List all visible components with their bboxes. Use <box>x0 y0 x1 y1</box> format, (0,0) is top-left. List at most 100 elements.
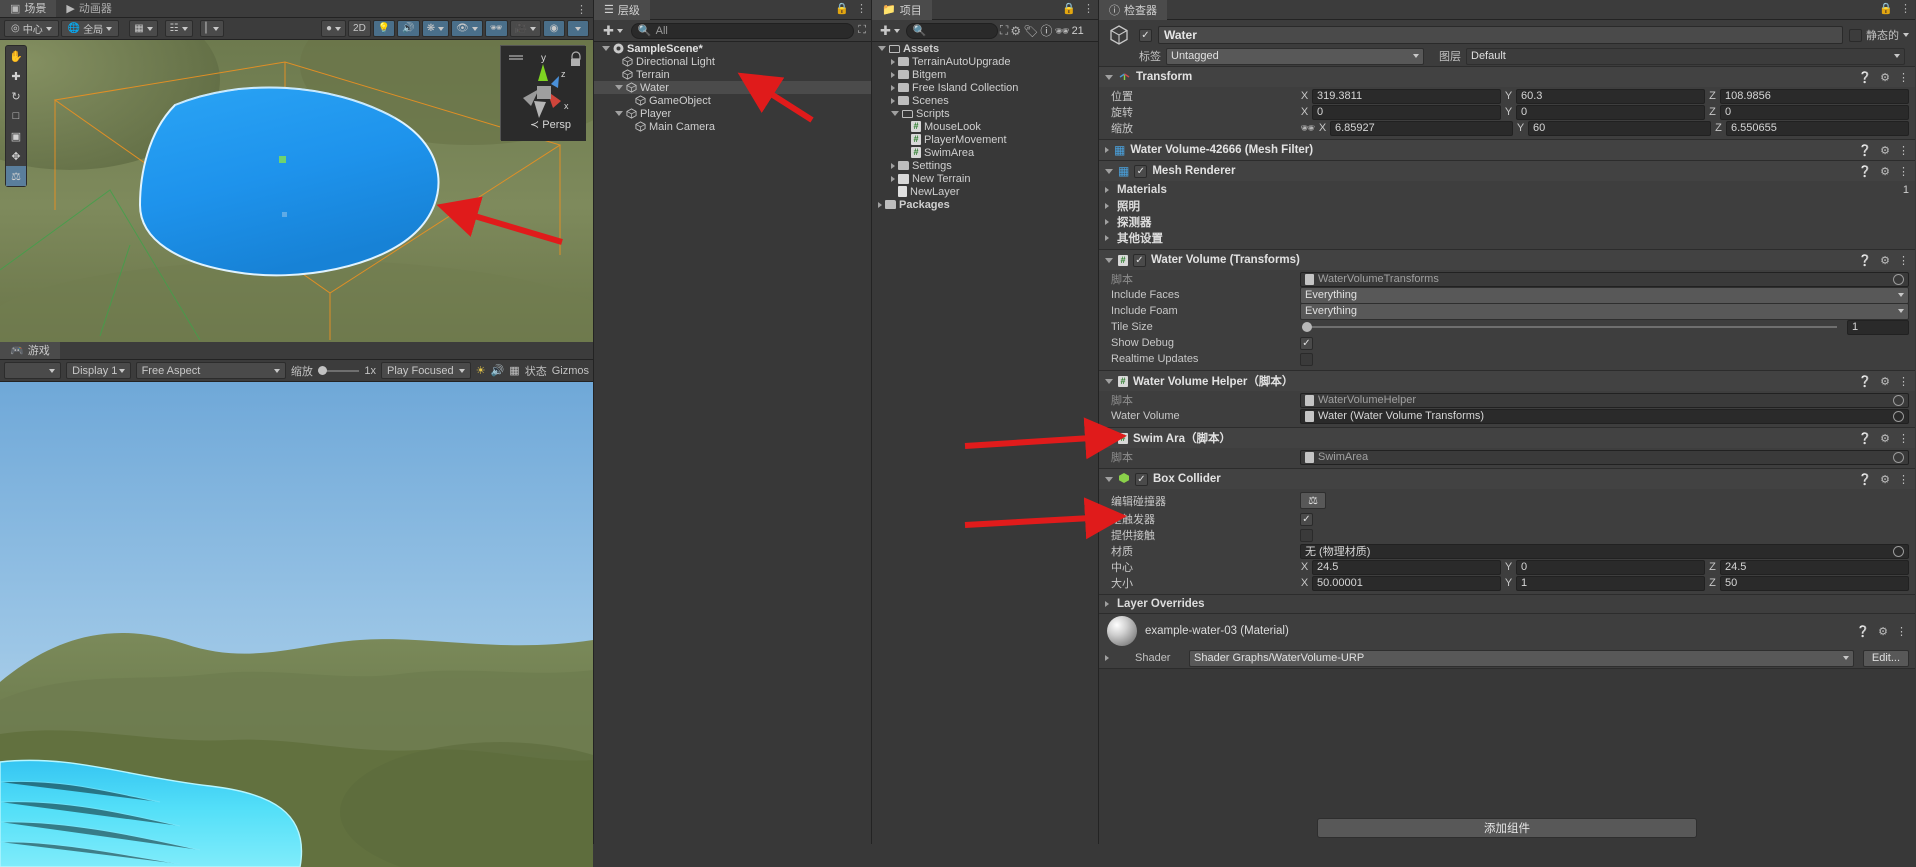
project-item-scripts[interactable]: Scripts <box>872 107 1098 120</box>
show-debug-checkbox[interactable]: ✓ <box>1300 336 1313 350</box>
gizmos-dropdown-button[interactable] <box>567 20 589 37</box>
swim-area-script-field[interactable]: SwimArea <box>1300 449 1909 465</box>
box-collider-header[interactable]: ✓ Box Collider ❔ ⚙ ⋮ <box>1099 469 1915 489</box>
project-expand-icon[interactable]: ⛶ <box>1000 23 1008 38</box>
collider-size-y-input[interactable]: 1 <box>1516 575 1705 591</box>
static-checkbox[interactable] <box>1849 28 1862 42</box>
provides-contacts-checkbox[interactable] <box>1300 528 1313 542</box>
handle-space-button[interactable]: 🌐 全局 <box>60 20 120 37</box>
collapse-triangle-icon[interactable] <box>615 111 623 116</box>
aspect-dropdown[interactable]: Free Aspect <box>135 362 286 379</box>
water-volume-helper-header[interactable]: # Water Volume Helper（脚本） ❔ ⚙ ⋮ <box>1099 371 1915 391</box>
object-enabled-checkbox[interactable]: ✓ <box>1139 28 1152 42</box>
tab-project[interactable]: 📁 项目 <box>872 0 932 20</box>
rotation-z-input[interactable]: 0 <box>1720 104 1909 120</box>
hidden-count-icon[interactable]: 🕶 <box>1054 24 1069 38</box>
object-name-input[interactable]: Water <box>1158 26 1843 44</box>
add-component-button[interactable]: 添加组件 <box>1317 818 1697 838</box>
scene-fx-button[interactable]: ❋ <box>421 20 450 37</box>
custom-tool-button[interactable]: ⚖ <box>6 166 26 186</box>
object-picker-icon[interactable] <box>1893 451 1904 463</box>
preset-icon[interactable]: ⚙ <box>1880 144 1890 157</box>
collapse-triangle-icon[interactable] <box>878 46 886 51</box>
expand-triangle-icon[interactable] <box>1105 235 1109 241</box>
static-toggle-group[interactable]: 静态的 <box>1849 27 1909 43</box>
scale-y-input[interactable]: 60 <box>1528 120 1711 136</box>
help-icon[interactable]: ❔ <box>1856 625 1870 638</box>
collapse-triangle-icon[interactable] <box>615 85 623 90</box>
expand-triangle-icon[interactable] <box>891 58 895 65</box>
collapse-triangle-icon[interactable] <box>1105 476 1113 482</box>
preset-icon[interactable]: ⚙ <box>1880 71 1890 84</box>
help-icon[interactable]: ❔ <box>1858 473 1872 486</box>
scene-more-icon[interactable]: ⋮ <box>576 3 587 16</box>
probes-foldout[interactable]: 探测器 <box>1099 214 1915 230</box>
project-item-swimarea[interactable]: # SwimArea <box>872 146 1098 159</box>
scene-lighting-button[interactable]: 💡 <box>372 20 396 37</box>
project-item-new-terrain[interactable]: New Terrain <box>872 172 1098 185</box>
additional-settings-foldout[interactable]: 其他设置 <box>1099 230 1915 246</box>
mute-audio-icon[interactable]: 🔊 <box>491 364 505 377</box>
tab-animator[interactable]: ▶ 动画器 <box>56 0 121 17</box>
collapse-triangle-icon[interactable] <box>602 46 610 51</box>
include-foam-dropdown[interactable]: Everything <box>1300 302 1909 320</box>
project-item-packages[interactable]: Packages <box>872 198 1098 211</box>
preset-icon[interactable]: ⚙ <box>1880 375 1890 388</box>
game-extra-dropdown[interactable] <box>4 362 62 379</box>
collider-center-z-input[interactable]: 24.5 <box>1720 559 1909 575</box>
game-view[interactable] <box>0 382 593 867</box>
shader-edit-button[interactable]: Edit... <box>1862 649 1909 667</box>
scale-slider-knob[interactable] <box>317 365 327 375</box>
collapse-triangle-icon[interactable] <box>1105 74 1113 80</box>
hierarchy-item-samplescene[interactable]: SampleScene* <box>594 42 871 55</box>
lock-icon[interactable]: 🔒 <box>835 2 849 15</box>
scene-orientation-gizmo[interactable]: y z x ≺ Persp <box>500 45 586 141</box>
project-item-settings[interactable]: Settings <box>872 159 1098 172</box>
help-icon[interactable]: ❔ <box>1858 71 1872 84</box>
collider-size-z-input[interactable]: 50 <box>1720 575 1909 591</box>
preset-icon[interactable]: ⚙ <box>1878 625 1888 638</box>
mesh-renderer-header[interactable]: ▦ ✓ Mesh Renderer ❔ ⚙ ⋮ <box>1099 161 1915 181</box>
collider-center-y-input[interactable]: 0 <box>1516 559 1705 575</box>
more-icon[interactable]: ⋮ <box>1898 473 1909 486</box>
project-item-mouselook[interactable]: # MouseLook <box>872 120 1098 133</box>
collapse-triangle-icon[interactable] <box>1105 378 1113 384</box>
scale-slider[interactable] <box>317 365 360 375</box>
collider-center-x-input[interactable]: 24.5 <box>1312 559 1501 575</box>
preset-icon[interactable]: ⚙ <box>1880 254 1890 267</box>
position-y-input[interactable]: 60.3 <box>1516 88 1705 104</box>
lighting-foldout[interactable]: 照明 <box>1099 198 1915 214</box>
expand-triangle-icon[interactable] <box>1105 219 1109 225</box>
scene-view[interactable]: ✋ ✚ ↻ □ ▣ ✥ ⚖ y z x ≺ Persp <box>0 40 593 342</box>
shading-mode-button[interactable]: ● <box>321 20 347 37</box>
gizmo-light-icon[interactable]: ☀ <box>476 364 486 377</box>
tab-hierarchy[interactable]: ☰ 层级 <box>594 0 650 20</box>
is-trigger-checkbox[interactable]: ✓ <box>1300 512 1313 526</box>
materials-foldout[interactable]: Materials 1 <box>1099 182 1915 198</box>
more-icon[interactable]: ⋮ <box>1898 71 1909 84</box>
swim-area-header[interactable]: # Swim Ara（脚本） ❔ ⚙ ⋮ <box>1099 428 1915 448</box>
hierarchy-item-player[interactable]: Player <box>594 107 871 120</box>
more-icon[interactable]: ⋮ <box>1898 165 1909 178</box>
rotate-tool-button[interactable]: ↻ <box>6 86 26 106</box>
inspector-more-icon[interactable]: ⋮ <box>1900 2 1911 15</box>
warning-icon[interactable]: ⓘ <box>1040 22 1052 39</box>
more-icon[interactable]: ⋮ <box>1898 375 1909 388</box>
project-tree[interactable]: Assets TerrainAutoUpgrade Bitgem Free Islan… <box>872 42 1098 211</box>
object-picker-icon[interactable] <box>1893 410 1904 422</box>
expand-triangle-icon[interactable] <box>891 97 895 104</box>
hierarchy-item-water[interactable]: Water <box>594 81 871 94</box>
scale-z-input[interactable]: 6.550655 <box>1726 120 1909 136</box>
position-z-input[interactable]: 108.9856 <box>1720 88 1909 104</box>
project-more-icon[interactable]: ⋮ <box>1083 2 1094 15</box>
physic-material-field[interactable]: 无 (物理材质) <box>1300 543 1909 559</box>
tile-size-slider[interactable] <box>1302 322 1837 332</box>
wv-script-field[interactable]: WaterVolumeTransforms <box>1300 271 1909 287</box>
layer-overrides-foldout[interactable]: Layer Overrides <box>1099 595 1915 613</box>
wvh-water-volume-field[interactable]: Water (Water Volume Transforms) <box>1300 408 1909 424</box>
project-lock-icon[interactable]: 🔒 <box>1062 2 1076 15</box>
inspector-lock-icon[interactable]: 🔒 <box>1879 2 1893 15</box>
hierarchy-expand-icon[interactable]: ⛶ <box>858 24 866 37</box>
toggle-2d-button[interactable]: 2D <box>348 20 371 37</box>
gizmos-label[interactable]: Gizmos <box>552 365 589 377</box>
